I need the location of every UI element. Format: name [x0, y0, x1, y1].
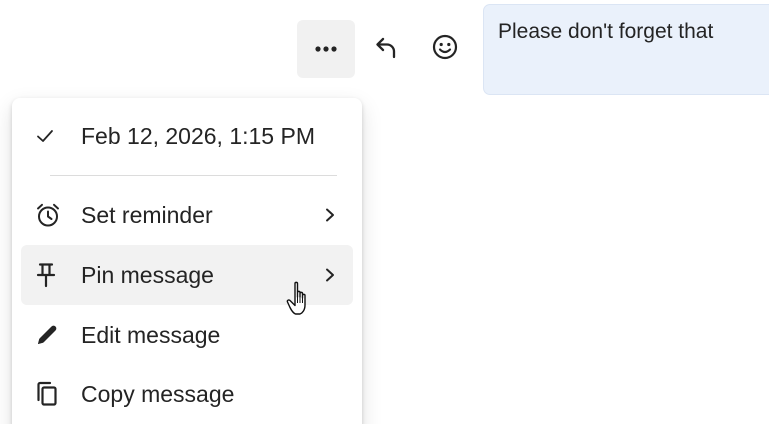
smiley-icon [432, 34, 458, 60]
alarm-clock-icon [35, 201, 69, 229]
menu-item-copy-message[interactable]: Copy message [21, 364, 353, 424]
message-text: Please don't forget that [498, 20, 714, 43]
menu-item-label: Edit message [81, 321, 221, 348]
reply-arrow-icon [376, 37, 396, 59]
pencil-icon [35, 321, 69, 349]
menu-divider [50, 175, 337, 176]
chevron-right-icon [323, 266, 337, 284]
more-options-button[interactable] [297, 20, 355, 78]
message-bubble[interactable]: Please don't forget that [483, 4, 769, 95]
menu-item-pin-message[interactable]: Pin message [21, 245, 353, 305]
menu-item-timestamp: Feb 12, 2026, 1:15 PM [21, 106, 353, 166]
chat-view: Please don't forget that Feb 12, 2026, 1… [0, 0, 769, 424]
message-context-menu: Feb 12, 2026, 1:15 PM Set reminder Pin m… [12, 98, 362, 424]
menu-item-set-reminder[interactable]: Set reminder [21, 185, 353, 245]
timestamp-label: Feb 12, 2026, 1:15 PM [81, 122, 315, 149]
more-horizontal-icon [315, 46, 337, 52]
copy-icon [35, 380, 69, 408]
checkmark-icon [35, 122, 69, 150]
menu-item-label: Copy message [81, 380, 235, 407]
pin-icon [35, 261, 69, 289]
menu-item-label: Set reminder [81, 201, 213, 228]
reply-button[interactable] [370, 30, 404, 64]
add-reaction-button[interactable] [428, 30, 462, 64]
menu-item-label: Pin message [81, 261, 214, 288]
menu-item-edit-message[interactable]: Edit message [21, 305, 353, 365]
chevron-right-icon [323, 206, 337, 224]
